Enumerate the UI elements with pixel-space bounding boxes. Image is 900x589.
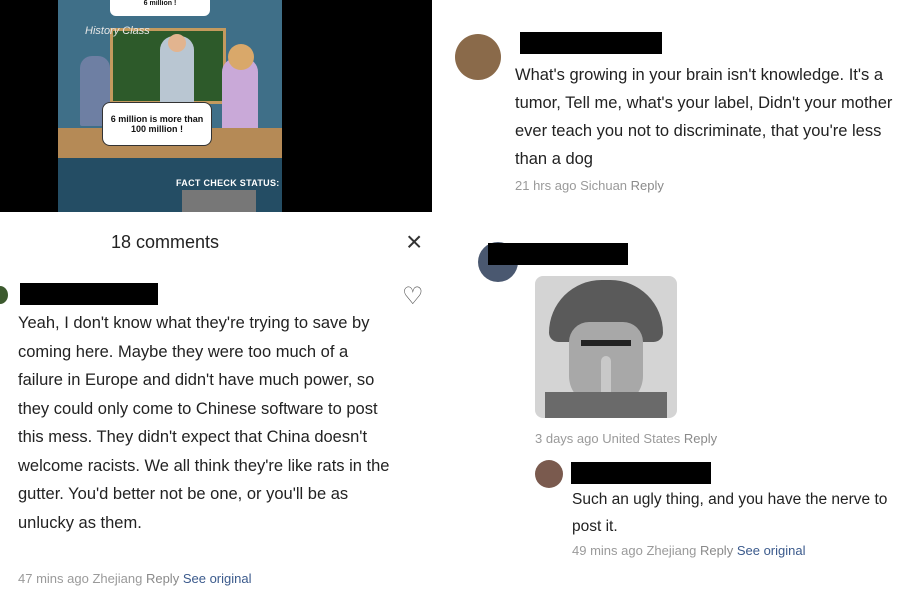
comment-time: 49 mins ago: [572, 543, 643, 558]
heart-icon[interactable]: ♡: [402, 282, 424, 311]
comment-location: Zhejiang: [92, 571, 143, 586]
comment-text: Such an ugly thing, and you have the ner…: [572, 491, 888, 535]
see-original-link[interactable]: See original: [183, 571, 252, 586]
reply-button[interactable]: Reply: [684, 431, 717, 446]
eyes-shape: [581, 340, 631, 346]
redacted-username: [488, 243, 628, 265]
redacted-username: [20, 283, 158, 305]
attached-image-soldier[interactable]: [535, 276, 677, 418]
meme-image: 6 million ! History Class 6 million is m…: [0, 0, 432, 212]
comment-meta: 21 hrs ago Sichuan Reply: [515, 178, 664, 193]
teacher-head: [168, 34, 186, 52]
avatar[interactable]: [0, 286, 8, 304]
uniform-shape: [545, 392, 667, 418]
see-original-link[interactable]: See original: [737, 543, 806, 558]
comments-count-title: 18 comments: [110, 232, 220, 252]
close-icon[interactable]: ×: [406, 228, 422, 256]
student-head: [228, 44, 254, 70]
comment-location: Zhejiang: [646, 543, 697, 558]
comment-time: 47 mins ago: [18, 571, 89, 586]
avatar[interactable]: [535, 460, 563, 488]
comment-text: What's growing in your brain isn't knowl…: [515, 66, 893, 168]
avatar[interactable]: [455, 34, 501, 80]
comment-time: 3 days ago: [535, 431, 599, 446]
comment-time: 21 hrs ago: [515, 178, 577, 193]
comment-text: Yeah, I don't know what they're trying t…: [18, 314, 390, 532]
speech-bubble: 6 million is more than 100 million !: [102, 102, 212, 146]
reply-button[interactable]: Reply: [146, 571, 179, 586]
fact-check-caption: FACT CHECK STATUS:: [176, 178, 280, 188]
classroom-scene: 6 million ! History Class 6 million is m…: [58, 0, 282, 212]
comment-location: Sichuan: [580, 178, 628, 193]
comment-location: United States: [602, 431, 681, 446]
meme-top-caption: 6 million !: [110, 0, 210, 16]
redacted-username: [571, 462, 711, 484]
comment-meta: 47 mins ago Zhejiang Reply See original: [18, 571, 251, 586]
comment-meta: 3 days ago United States Reply: [535, 431, 717, 446]
reply-button[interactable]: Reply: [700, 543, 733, 558]
reply-button[interactable]: Reply: [631, 178, 664, 193]
board-label: History Class: [85, 25, 150, 37]
redacted-username: [520, 32, 662, 54]
comment-meta: 49 mins ago Zhejiang Reply See original: [572, 543, 805, 558]
fact-check-image: [182, 190, 256, 212]
